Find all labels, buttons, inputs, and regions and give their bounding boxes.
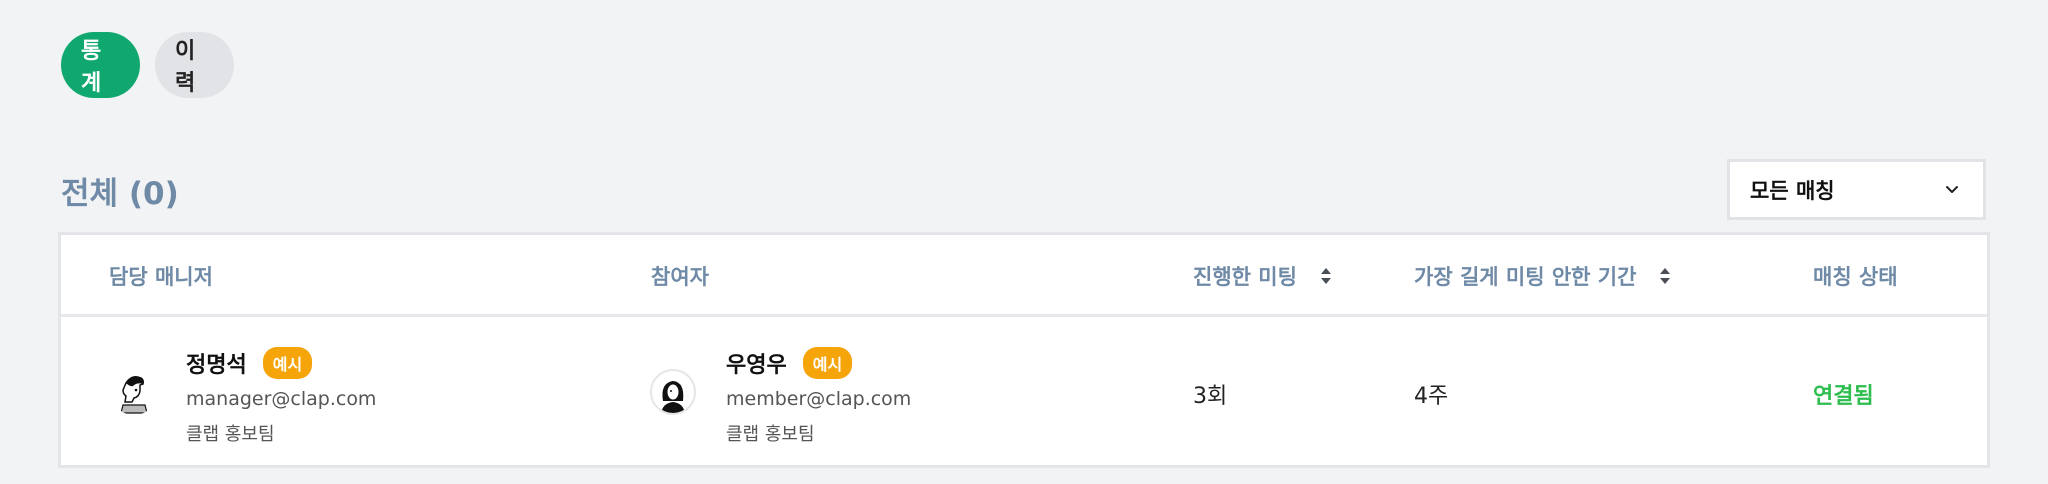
- table-row[interactable]: 정명석 예시 manager@clap.com 클랩 홍보팀 우영우 예시 me…: [61, 320, 1987, 468]
- manager-cell: 정명석 예시 manager@clap.com 클랩 홍보팀: [61, 320, 601, 468]
- example-badge: 예시: [802, 347, 853, 379]
- column-header-longest-gap: 가장 길게 미팅 안한 기간: [1414, 235, 1672, 317]
- participant-name-line: 우영우 예시: [726, 347, 853, 379]
- participant-cell: 우영우 예시 member@clap.com 클랩 홍보팀: [601, 320, 1141, 468]
- column-label-participant: 참여자: [651, 265, 709, 289]
- column-header-manager: 담당 매니저: [109, 235, 213, 317]
- example-badge: 예시: [262, 347, 313, 379]
- status-badge: 연결됨: [1813, 384, 1874, 409]
- column-header-meetings: 진행한 미팅: [1193, 235, 1333, 317]
- manager-name-line: 정명석 예시: [186, 347, 313, 379]
- manager-avatar: [111, 369, 157, 415]
- participant-name: 우영우: [726, 353, 787, 378]
- matching-table: 담당 매니저 참여자 진행한 미팅 가장 길게 미팅 안한 기간 매칭 상태 정…: [58, 232, 1990, 468]
- participant-email: member@clap.com: [726, 388, 912, 410]
- column-label-status: 매칭 상태: [1813, 265, 1898, 289]
- column-label-meetings: 진행한 미팅: [1193, 265, 1297, 289]
- manager-team: 클랩 홍보팀: [186, 424, 275, 445]
- tab-statistics[interactable]: 통계: [61, 32, 140, 98]
- column-header-status: 매칭 상태: [1813, 235, 1898, 317]
- meetings-count: 3회: [1193, 384, 1228, 409]
- column-label-longest-gap: 가장 길게 미팅 안한 기간: [1414, 265, 1637, 289]
- sort-icon[interactable]: [1658, 266, 1672, 286]
- sort-icon[interactable]: [1319, 266, 1333, 286]
- column-label-manager: 담당 매니저: [109, 265, 213, 289]
- matching-filter-select[interactable]: 모든 매칭: [1727, 159, 1986, 220]
- manager-email: manager@clap.com: [186, 388, 377, 410]
- table-header: 담당 매니저 참여자 진행한 미팅 가장 길게 미팅 안한 기간 매칭 상태: [61, 235, 1987, 317]
- participant-team: 클랩 홍보팀: [726, 424, 815, 445]
- column-header-participant: 참여자: [651, 235, 709, 317]
- tab-history[interactable]: 이력: [155, 32, 234, 98]
- longest-gap-value: 4주: [1414, 384, 1449, 409]
- tab-bar: 통계 이력: [61, 32, 234, 98]
- matching-filter-value: 모든 매칭: [1750, 178, 1835, 203]
- chevron-down-icon: [1946, 185, 1958, 193]
- manager-name: 정명석: [186, 353, 247, 378]
- participant-avatar: [650, 369, 696, 415]
- section-title: 전체 (0): [61, 176, 179, 212]
